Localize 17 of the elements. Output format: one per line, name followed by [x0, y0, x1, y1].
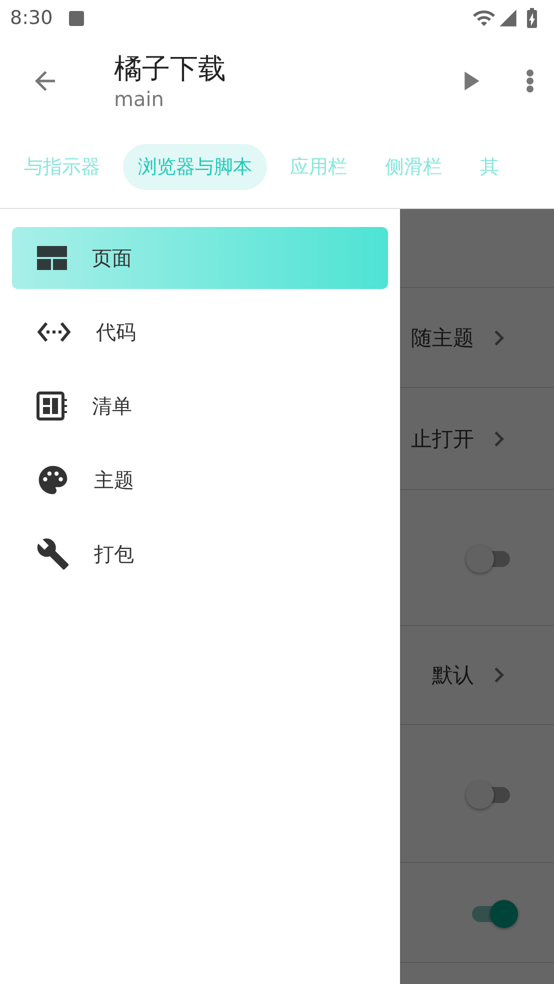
wrench-icon	[36, 537, 70, 571]
palette-icon	[36, 463, 70, 497]
setting-value: 默认	[432, 662, 474, 689]
more-icon	[526, 69, 534, 93]
status-time: 8:30	[10, 7, 53, 29]
signal-icon	[498, 8, 518, 28]
page-layout-icon	[36, 245, 68, 271]
drawer-item[interactable]: 页面	[12, 227, 388, 289]
dashboard-icon	[36, 391, 68, 421]
setting-value: 随主题	[411, 324, 474, 352]
drawer-item[interactable]: 代码	[12, 301, 388, 363]
drawer-item[interactable]: 清单	[12, 375, 388, 437]
drawer-item[interactable]: 打包	[12, 523, 388, 585]
app-subtitle: main	[114, 87, 165, 111]
setting-value: 止打开	[411, 426, 474, 452]
drawer-item[interactable]: 主题	[12, 449, 388, 511]
app-title: 橘子下载	[114, 51, 227, 87]
